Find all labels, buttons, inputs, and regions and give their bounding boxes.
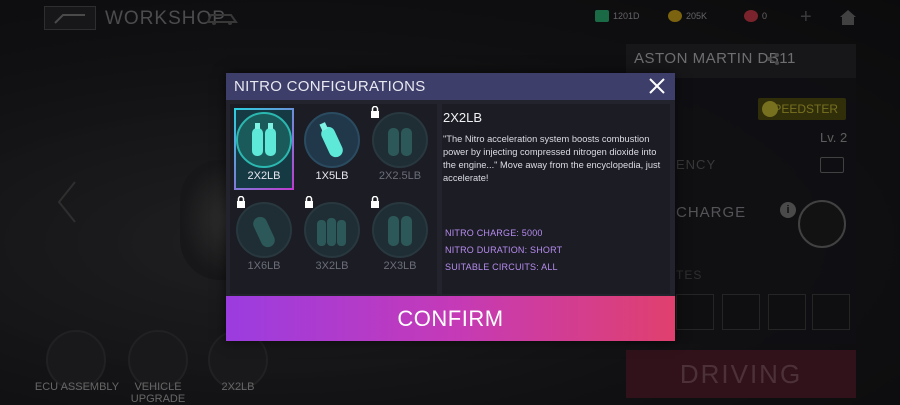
option-label: 3X2LB bbox=[315, 260, 349, 272]
option-label: 2X2LB bbox=[247, 170, 281, 182]
dialog-title: NITRO CONFIGURATIONS bbox=[234, 78, 426, 95]
detail-description: "The Nitro acceleration system boosts co… bbox=[443, 134, 661, 183]
double-tank-icon bbox=[388, 216, 412, 246]
close-icon bbox=[649, 78, 665, 94]
confirm-button[interactable]: CONFIRM bbox=[226, 296, 675, 341]
option-label: 2X3LB bbox=[383, 260, 417, 272]
nitro-option-2x3lb[interactable]: 2X3LB bbox=[370, 196, 430, 282]
nitro-option-3x2lb[interactable]: 3X2LB bbox=[302, 196, 362, 282]
option-label: 2X2.5LB bbox=[378, 170, 422, 182]
option-label: 1X6LB bbox=[247, 260, 281, 272]
suitable-circuits-stat: SUITABLE CIRCUITS: ALL bbox=[445, 262, 558, 272]
nitro-option-1x5lb[interactable]: 1X5LB bbox=[302, 108, 362, 192]
double-tank-icon bbox=[388, 128, 412, 156]
nitro-option-2x2lb[interactable]: 2X2LB bbox=[234, 108, 294, 192]
option-label: 1X5LB bbox=[315, 170, 349, 182]
triple-tank-icon bbox=[317, 218, 346, 246]
nitro-option-1x6lb[interactable]: 1X6LB bbox=[234, 196, 294, 282]
nitro-configurations-dialog: NITRO CONFIGURATIONS 2X2LB 1X5LB 2X2.5LB… bbox=[226, 73, 675, 341]
nitro-options-grid: 2X2LB 1X5LB 2X2.5LB 1X6LB 3X2LB 2X3LB bbox=[230, 104, 437, 294]
dialog-header: NITRO CONFIGURATIONS bbox=[226, 73, 675, 100]
single-tank-icon bbox=[319, 122, 343, 158]
double-tank-icon bbox=[252, 123, 276, 156]
single-tank-icon bbox=[253, 216, 275, 248]
lock-icon bbox=[305, 196, 313, 208]
detail-title: 2X2LB bbox=[443, 110, 483, 125]
lock-icon bbox=[371, 106, 379, 118]
nitro-charge-stat: NITRO CHARGE: 5000 bbox=[445, 228, 543, 238]
nitro-duration-stat: NITRO DURATION: SHORT bbox=[445, 245, 563, 255]
lock-icon bbox=[371, 196, 379, 208]
lock-icon bbox=[237, 196, 245, 208]
nitro-option-2x2-5lb[interactable]: 2X2.5LB bbox=[370, 106, 430, 192]
close-button[interactable] bbox=[647, 76, 667, 96]
